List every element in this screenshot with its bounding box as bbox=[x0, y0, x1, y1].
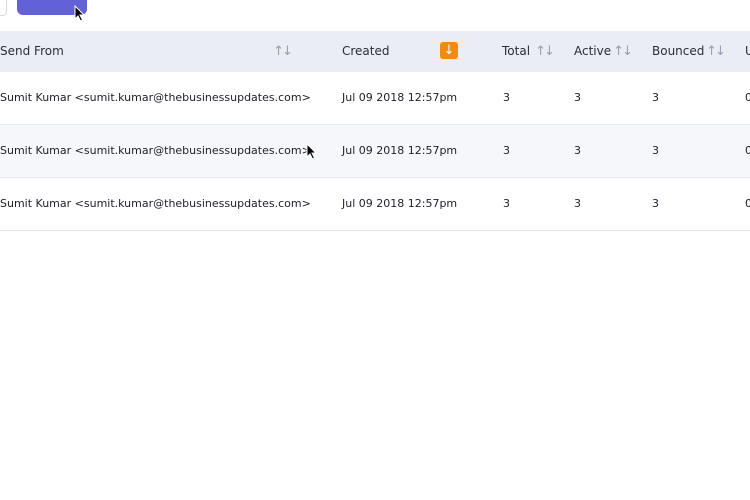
cell-active: 3 bbox=[574, 197, 581, 210]
sort-both-icon[interactable]: ↑↓ bbox=[273, 43, 293, 60]
table-row[interactable]: Sumit Kumar <sumit.kumar@thebusinessupda… bbox=[0, 178, 750, 231]
cell-bounced: 3 bbox=[652, 144, 659, 157]
cell-created: Jul 09 2018 12:57pm bbox=[342, 91, 458, 104]
cell-send-from: Sumit Kumar <sumit.kumar@thebusinessupda… bbox=[0, 144, 311, 157]
cell-bounced: 3 bbox=[652, 91, 659, 104]
cell-total: 3 bbox=[503, 144, 510, 157]
cell-send-from: Sumit Kumar <sumit.kumar@thebusinessupda… bbox=[0, 91, 311, 104]
mouse-pointer-icon bbox=[74, 5, 86, 22]
table-row[interactable]: Sumit Kumar <sumit.kumar@thebusinessupda… bbox=[0, 125, 750, 178]
column-header-total[interactable]: Total bbox=[502, 31, 530, 72]
cell-u: 0 bbox=[745, 197, 750, 210]
cell-total: 3 bbox=[503, 197, 510, 210]
sort-both-icon[interactable]: ↑↓ bbox=[706, 43, 726, 60]
column-header-active[interactable]: Active bbox=[574, 31, 611, 72]
cell-send-from: Sumit Kumar <sumit.kumar@thebusinessupda… bbox=[0, 197, 311, 210]
toolbar-edge-button[interactable] bbox=[0, 0, 7, 16]
column-header-u[interactable]: U bbox=[745, 31, 750, 72]
column-header-send-from[interactable]: Send From bbox=[0, 31, 64, 72]
toolbar bbox=[0, 0, 750, 31]
cell-u: 0 bbox=[745, 91, 750, 104]
sort-desc-icon[interactable]: ↓ bbox=[440, 42, 458, 59]
mouse-pointer-icon bbox=[306, 143, 318, 160]
column-header-bounced[interactable]: Bounced bbox=[652, 31, 704, 72]
table-row[interactable]: Sumit Kumar <sumit.kumar@thebusinessupda… bbox=[0, 72, 750, 125]
table-header: Send From ↑↓ Created ↓ Total ↑↓ Active ↑… bbox=[0, 31, 750, 72]
sort-both-icon[interactable]: ↑↓ bbox=[535, 43, 555, 60]
column-header-created[interactable]: Created bbox=[342, 31, 390, 72]
cell-created: Jul 09 2018 12:57pm bbox=[342, 197, 458, 210]
cell-active: 3 bbox=[574, 91, 581, 104]
sort-both-icon[interactable]: ↑↓ bbox=[613, 43, 633, 60]
campaign-table: Send From ↑↓ Created ↓ Total ↑↓ Active ↑… bbox=[0, 31, 750, 231]
cell-active: 3 bbox=[574, 144, 581, 157]
cell-created: Jul 09 2018 12:57pm bbox=[342, 144, 458, 157]
cell-bounced: 3 bbox=[652, 197, 659, 210]
cell-total: 3 bbox=[503, 91, 510, 104]
cell-u: 0 bbox=[745, 144, 750, 157]
